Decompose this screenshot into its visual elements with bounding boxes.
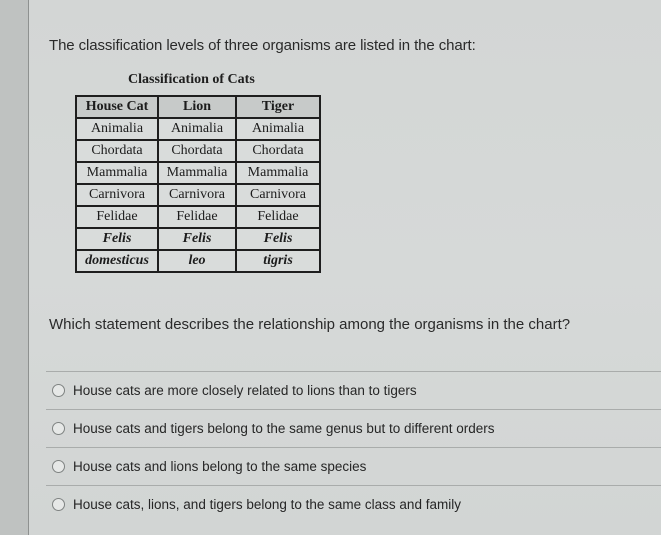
answer-option-2[interactable]: House cats and tigers belong to the same…: [46, 409, 661, 447]
table-cell: Felis: [75, 227, 159, 251]
table-cell: Chordata: [235, 139, 321, 163]
table-cell: Felidae: [157, 205, 237, 229]
answer-option-label: House cats are more closely related to l…: [73, 383, 417, 398]
table-row-phylum: Chordata Chordata Chordata: [75, 139, 321, 163]
radio-button-icon[interactable]: [52, 460, 65, 473]
classification-table: House Cat Lion Tiger Animalia Animalia A…: [75, 95, 321, 273]
table-row-order: Carnivora Carnivora Carnivora: [75, 183, 321, 207]
table-row-genus: Felis Felis Felis: [75, 227, 321, 251]
table-cell: Mammalia: [157, 161, 237, 185]
answer-option-3[interactable]: House cats and lions belong to the same …: [46, 447, 661, 485]
answer-option-label: House cats, lions, and tigers belong to …: [73, 497, 461, 512]
table-cell: Animalia: [157, 117, 237, 141]
table-row-family: Felidae Felidae Felidae: [75, 205, 321, 229]
intro-text: The classification levels of three organ…: [49, 37, 476, 54]
table-cell: tigris: [235, 249, 321, 273]
table-cell: leo: [157, 249, 237, 273]
table-cell: Carnivora: [235, 183, 321, 207]
radio-button-icon[interactable]: [52, 422, 65, 435]
table-cell: Mammalia: [75, 161, 159, 185]
table-cell: Mammalia: [235, 161, 321, 185]
table-cell: Chordata: [157, 139, 237, 163]
table-cell: Felis: [235, 227, 321, 251]
answer-options: House cats are more closely related to l…: [46, 371, 661, 523]
answer-option-label: House cats and lions belong to the same …: [73, 459, 367, 474]
table-cell: Carnivora: [157, 183, 237, 207]
question-text: Which statement describes the relationsh…: [49, 316, 571, 333]
table-cell: domesticus: [75, 249, 159, 273]
table-cell: Carnivora: [75, 183, 159, 207]
answer-option-1[interactable]: House cats are more closely related to l…: [46, 371, 661, 409]
table-header-row: House Cat Lion Tiger: [75, 95, 321, 119]
table-row-kingdom: Animalia Animalia Animalia: [75, 117, 321, 141]
radio-button-icon[interactable]: [52, 498, 65, 511]
table-cell: Chordata: [75, 139, 159, 163]
table-cell: Felis: [157, 227, 237, 251]
radio-button-icon[interactable]: [52, 384, 65, 397]
table-row-class: Mammalia Mammalia Mammalia: [75, 161, 321, 185]
question-page: The classification levels of three organ…: [29, 0, 661, 535]
table-cell: Felidae: [235, 205, 321, 229]
table-title: Classification of Cats: [128, 72, 255, 87]
table-cell: Animalia: [235, 117, 321, 141]
left-margin-strip: [0, 0, 29, 535]
answer-option-label: House cats and tigers belong to the same…: [73, 421, 495, 436]
column-header-house-cat: House Cat: [75, 95, 159, 119]
table-cell: Animalia: [75, 117, 159, 141]
answer-option-4[interactable]: House cats, lions, and tigers belong to …: [46, 485, 661, 523]
table-cell: Felidae: [75, 205, 159, 229]
table-row-species: domesticus leo tigris: [75, 249, 321, 273]
column-header-lion: Lion: [157, 95, 237, 119]
column-header-tiger: Tiger: [235, 95, 321, 119]
